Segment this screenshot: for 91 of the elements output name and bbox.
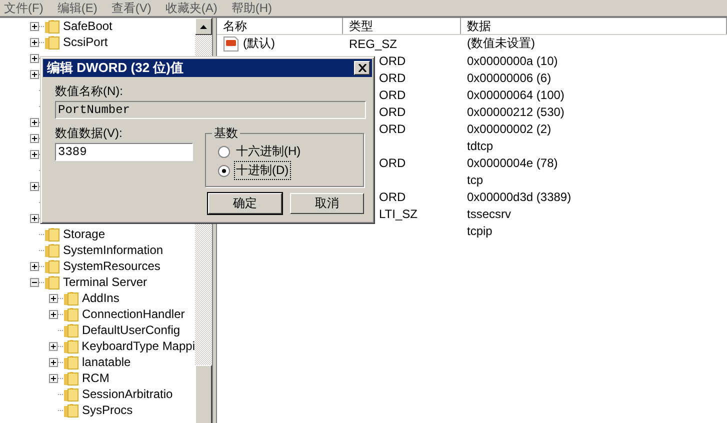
expand-icon[interactable] [49, 310, 58, 318]
radio-button[interactable] [218, 146, 230, 158]
value-data: 0x00000002 (2) [467, 122, 552, 136]
value-type: ORD [379, 190, 406, 204]
tree-item[interactable]: AddIns [82, 291, 120, 305]
field-label: 数值数据(V): [55, 125, 124, 141]
folder-icon [63, 322, 79, 338]
group-title: 基数 [212, 125, 240, 141]
tree-item[interactable]: lanatable [82, 355, 131, 369]
dialog-button[interactable]: 确定 [208, 193, 282, 214]
expand-icon[interactable] [30, 38, 39, 46]
expand-icon[interactable] [30, 70, 39, 78]
expand-icon[interactable] [49, 374, 58, 382]
column-header[interactable]: 类型 [343, 18, 461, 34]
value-type: LTI_SZ [379, 206, 418, 220]
value-data: 0x0000000a (10) [467, 54, 558, 68]
folder-icon [63, 290, 79, 306]
folder-icon [44, 226, 60, 242]
value-data-field[interactable]: 3389 [55, 143, 193, 161]
value-data: 0x00000064 (100) [467, 88, 564, 102]
folder-icon [63, 306, 79, 322]
folder-icon [63, 354, 79, 370]
value-type: ORD [379, 122, 406, 136]
tree-item[interactable]: ConnectionHandler [82, 307, 185, 321]
column-header[interactable]: 数据 [461, 18, 727, 34]
menu-item[interactable]: 收藏夹(A) [165, 0, 218, 16]
folder-icon [62, 338, 79, 354]
folder-icon [63, 402, 79, 418]
tree-item[interactable]: Storage [63, 227, 106, 241]
tree-item[interactable]: SystemResources [63, 259, 160, 273]
tree-item[interactable]: DefaultUserConfig [82, 323, 180, 337]
value-type: ORD [379, 54, 406, 68]
value-data: (数值未设置) [467, 35, 535, 52]
column-header[interactable]: 名称 [217, 18, 343, 34]
close-button[interactable] [354, 61, 370, 75]
tree-item[interactable]: ScsiPort [63, 35, 108, 49]
value-type: REG_SZ [349, 36, 398, 50]
dialog-button[interactable]: 取消 [290, 193, 364, 214]
expand-icon[interactable] [49, 342, 58, 350]
folder-icon [44, 274, 60, 290]
tree-item[interactable]: SystemInformation [63, 243, 164, 257]
expand-icon[interactable] [30, 22, 39, 30]
expand-icon[interactable] [30, 54, 39, 62]
menu-item[interactable]: 文件(F) [4, 0, 44, 16]
value-data: 0x00000006 (6) [467, 70, 552, 84]
tree-item[interactable]: KeyboardType Mappi [82, 339, 195, 353]
up-arrow-icon [200, 24, 207, 28]
collapse-icon[interactable] [30, 278, 39, 286]
value-data: tcpip [467, 224, 492, 238]
folder-icon [63, 386, 79, 402]
value-name-field[interactable]: PortNumber [55, 101, 366, 119]
folder-icon [63, 370, 79, 386]
expand-icon[interactable] [49, 294, 58, 302]
value-type: ORD [379, 156, 406, 170]
expand-icon[interactable] [30, 150, 39, 158]
tree-item[interactable]: SysProcs [82, 403, 133, 417]
menu-item[interactable]: 查看(V) [111, 0, 152, 16]
value-type: ORD [379, 70, 406, 84]
folder-icon [44, 18, 60, 34]
value-data: tssecsrv [467, 206, 512, 220]
value-data: tdtcp [467, 138, 494, 152]
folder-icon [44, 258, 60, 274]
tree-item[interactable]: SafeBoot [63, 19, 112, 33]
tree-item[interactable]: RCM [82, 371, 110, 385]
field-label: 数值名称(N): [55, 83, 124, 99]
value-data: 0x00000d3d (3389) [467, 190, 572, 204]
dialog-title: 编辑 DWORD (32 位)值 [47, 59, 184, 77]
menu-item[interactable]: 编辑(E) [57, 0, 98, 16]
radio-button[interactable] [218, 164, 230, 176]
value-name: (默认) [243, 35, 275, 52]
folder-icon [44, 34, 60, 50]
expand-icon[interactable] [30, 118, 39, 126]
scroll-up-button[interactable] [195, 18, 212, 35]
expand-icon[interactable] [30, 134, 39, 142]
expand-icon[interactable] [30, 182, 39, 190]
tree-item[interactable]: SessionArbitratio [82, 387, 173, 401]
tree-item[interactable]: Terminal Server [63, 275, 148, 289]
value-data: tcp [467, 172, 484, 186]
radio-label[interactable]: 十六进制(H) [234, 142, 303, 161]
close-icon [358, 64, 366, 72]
folder-icon [44, 242, 60, 258]
menu-item[interactable]: 帮助(H) [231, 0, 272, 16]
value-type: ORD [379, 88, 406, 102]
value-data: 0x00000212 (530) [467, 104, 564, 118]
expand-icon[interactable] [30, 214, 39, 222]
value-data: 0x0000004e (78) [467, 156, 558, 170]
value-type: ORD [379, 104, 406, 118]
expand-icon[interactable] [49, 358, 58, 366]
radio-label[interactable]: 十进制(D) [234, 161, 291, 180]
expand-icon[interactable] [30, 262, 39, 270]
scroll-thumb[interactable] [195, 365, 212, 423]
